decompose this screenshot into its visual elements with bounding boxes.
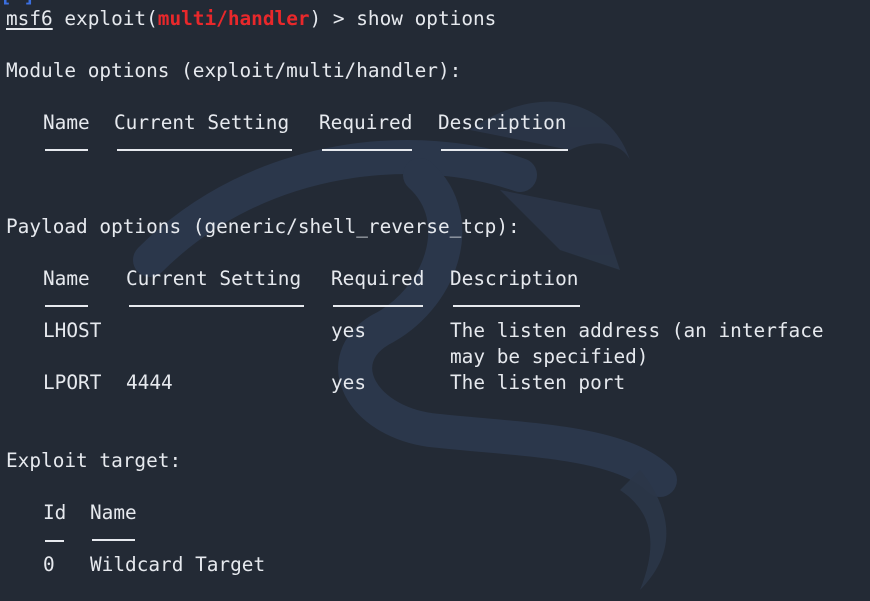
target-header-name: Name bbox=[90, 501, 137, 524]
payload-row-description: The listen address (an interface bbox=[450, 319, 824, 342]
prompt-module-name: multi/handler bbox=[157, 7, 310, 30]
target-header-underline bbox=[45, 540, 64, 542]
payload-header-underline bbox=[45, 305, 88, 307]
exploit-target-title: Exploit target: bbox=[6, 449, 182, 472]
module-options-title: Module options (exploit/multi/handler): bbox=[6, 59, 462, 82]
payload-row-current-setting: 4444 bbox=[126, 371, 173, 394]
payload-header-underline bbox=[129, 305, 304, 307]
module-header-name: Name bbox=[43, 111, 90, 134]
payload-header-name: Name bbox=[43, 267, 90, 290]
payload-header-underline bbox=[453, 305, 580, 307]
module-header-underline bbox=[322, 149, 412, 151]
payload-row-name: LHOST bbox=[43, 319, 102, 342]
module-header-current-setting: Current Setting bbox=[114, 111, 290, 134]
prompt-exploit-prefix: exploit( bbox=[52, 7, 158, 30]
payload-row-description: The listen port bbox=[450, 371, 626, 394]
module-header-description: Description bbox=[438, 111, 567, 134]
msf-prompt-label: msf6 bbox=[6, 7, 53, 30]
payload-options-title: Payload options (generic/shell_reverse_t… bbox=[6, 215, 520, 238]
payload-header-current-setting: Current Setting bbox=[126, 267, 302, 290]
payload-header-underline bbox=[333, 305, 423, 307]
prompt-command: show options bbox=[356, 7, 497, 30]
module-header-underline bbox=[117, 149, 292, 151]
payload-header-required: Required bbox=[331, 267, 425, 290]
terminal-window[interactable]: [*] msf6 exploit(multi/handler) > show o… bbox=[0, 0, 870, 601]
target-header-id: Id bbox=[43, 501, 67, 524]
payload-row-required: yes bbox=[331, 319, 367, 342]
target-row-name: Wildcard Target bbox=[90, 553, 266, 576]
prompt-suffix: ) > bbox=[309, 7, 357, 30]
payload-row-description-continued: may be specified) bbox=[450, 345, 649, 368]
command-prompt-line[interactable]: msf6 exploit(multi/handler) > show optio… bbox=[6, 6, 496, 32]
module-header-underline bbox=[441, 149, 568, 151]
module-header-underline bbox=[45, 149, 88, 151]
module-header-required: Required bbox=[319, 111, 413, 134]
payload-row-required: yes bbox=[331, 371, 367, 394]
payload-header-description: Description bbox=[450, 267, 579, 290]
target-row-id: 0 bbox=[43, 553, 55, 576]
target-header-underline bbox=[92, 539, 135, 541]
payload-row-name: LPORT bbox=[43, 371, 102, 394]
